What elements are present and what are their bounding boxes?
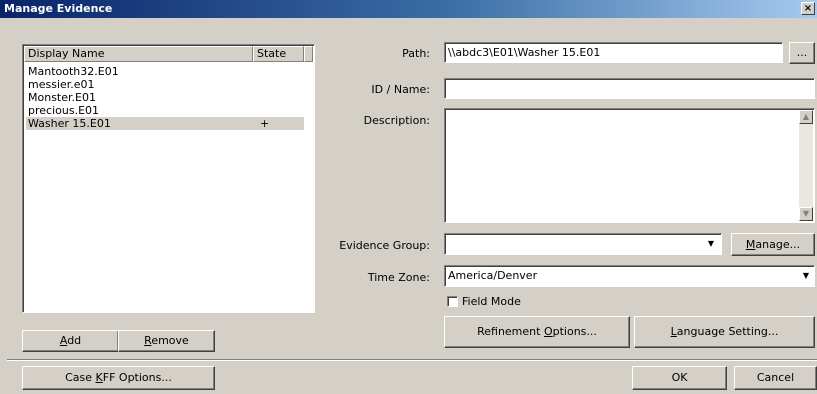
description-label: Description: bbox=[363, 114, 430, 127]
time-zone-label: Time Zone: bbox=[367, 271, 430, 284]
language-label-post: anguage Setting... bbox=[676, 325, 779, 338]
manage-button[interactable]: Manage... bbox=[731, 233, 815, 256]
time-zone-value: America/Denver bbox=[448, 269, 538, 282]
path-label: Path: bbox=[402, 47, 430, 60]
case-kff-label-key: K bbox=[95, 371, 103, 384]
chevron-down-icon[interactable]: ▼ bbox=[801, 270, 811, 282]
close-icon[interactable]: × bbox=[801, 2, 815, 15]
manage-evidence-window: Manage Evidence × Display Name State Man… bbox=[0, 0, 817, 394]
time-zone-select[interactable]: America/Denver ▼ bbox=[444, 265, 815, 287]
case-kff-label-pre: Case bbox=[65, 371, 96, 384]
description-scrollbar[interactable]: ▲ ▼ bbox=[799, 110, 813, 221]
refinement-options-button[interactable]: Refinement Options... bbox=[444, 316, 630, 348]
list-item[interactable]: Mantooth32.E01 bbox=[26, 65, 304, 78]
evidence-name: messier.e01 bbox=[28, 78, 95, 91]
title-bar: Manage Evidence × bbox=[0, 0, 817, 18]
field-mode-label[interactable]: Field Mode bbox=[462, 295, 521, 308]
remove-button[interactable]: Remove bbox=[118, 330, 215, 352]
add-label-post: dd bbox=[67, 334, 82, 347]
cancel-button[interactable]: Cancel bbox=[734, 366, 817, 390]
language-setting-button[interactable]: Language Setting... bbox=[634, 316, 815, 348]
remove-label-post: emove bbox=[151, 334, 189, 347]
evidence-list[interactable]: Display Name State Mantooth32.E01 messie… bbox=[22, 44, 315, 313]
case-kff-options-button[interactable]: Case KFF Options... bbox=[22, 366, 215, 390]
evidence-state: + bbox=[260, 117, 270, 130]
id-name-field[interactable] bbox=[444, 78, 815, 99]
manage-label-key: M bbox=[745, 238, 756, 251]
column-header-state[interactable]: State bbox=[253, 46, 304, 62]
scroll-down-icon[interactable]: ▼ bbox=[799, 207, 813, 221]
refinement-label-key: O bbox=[543, 325, 553, 338]
evidence-name: Mantooth32.E01 bbox=[28, 65, 119, 78]
list-item[interactable]: messier.e01 bbox=[26, 78, 304, 91]
ok-button[interactable]: OK bbox=[632, 366, 727, 390]
scroll-up-icon[interactable]: ▲ bbox=[799, 110, 813, 124]
case-kff-label-post: FF Options... bbox=[102, 371, 172, 384]
list-item-selected[interactable]: Washer 15.E01 + bbox=[26, 117, 304, 130]
list-item[interactable]: Monster.E01 bbox=[26, 91, 304, 104]
evidence-group-label: Evidence Group: bbox=[339, 239, 430, 252]
list-item[interactable]: precious.E01 bbox=[26, 104, 304, 117]
add-button[interactable]: Add bbox=[22, 330, 119, 352]
evidence-name: precious.E01 bbox=[28, 104, 100, 117]
separator bbox=[7, 359, 817, 361]
path-field[interactable]: \\abdc3\E01\Washer 15.E01 bbox=[444, 42, 783, 63]
refinement-label-post: ptions... bbox=[552, 325, 597, 338]
evidence-group-select[interactable]: ▼ bbox=[444, 233, 722, 255]
manage-label-post: anage... bbox=[755, 238, 801, 251]
browse-button[interactable]: ... bbox=[789, 42, 815, 64]
field-mode-checkbox[interactable] bbox=[447, 296, 458, 307]
id-name-label: ID / Name: bbox=[371, 83, 430, 96]
path-value: \\abdc3\E01\Washer 15.E01 bbox=[448, 46, 601, 59]
evidence-name: Washer 15.E01 bbox=[28, 117, 111, 130]
window-title: Manage Evidence bbox=[4, 2, 113, 15]
column-header-filler bbox=[304, 46, 313, 62]
refinement-label-pre: Refinement bbox=[477, 325, 544, 338]
description-textarea[interactable]: ▲ ▼ bbox=[444, 108, 815, 223]
column-header-display-name[interactable]: Display Name bbox=[24, 46, 253, 62]
chevron-down-icon[interactable]: ▼ bbox=[706, 238, 716, 250]
evidence-name: Monster.E01 bbox=[28, 91, 96, 104]
